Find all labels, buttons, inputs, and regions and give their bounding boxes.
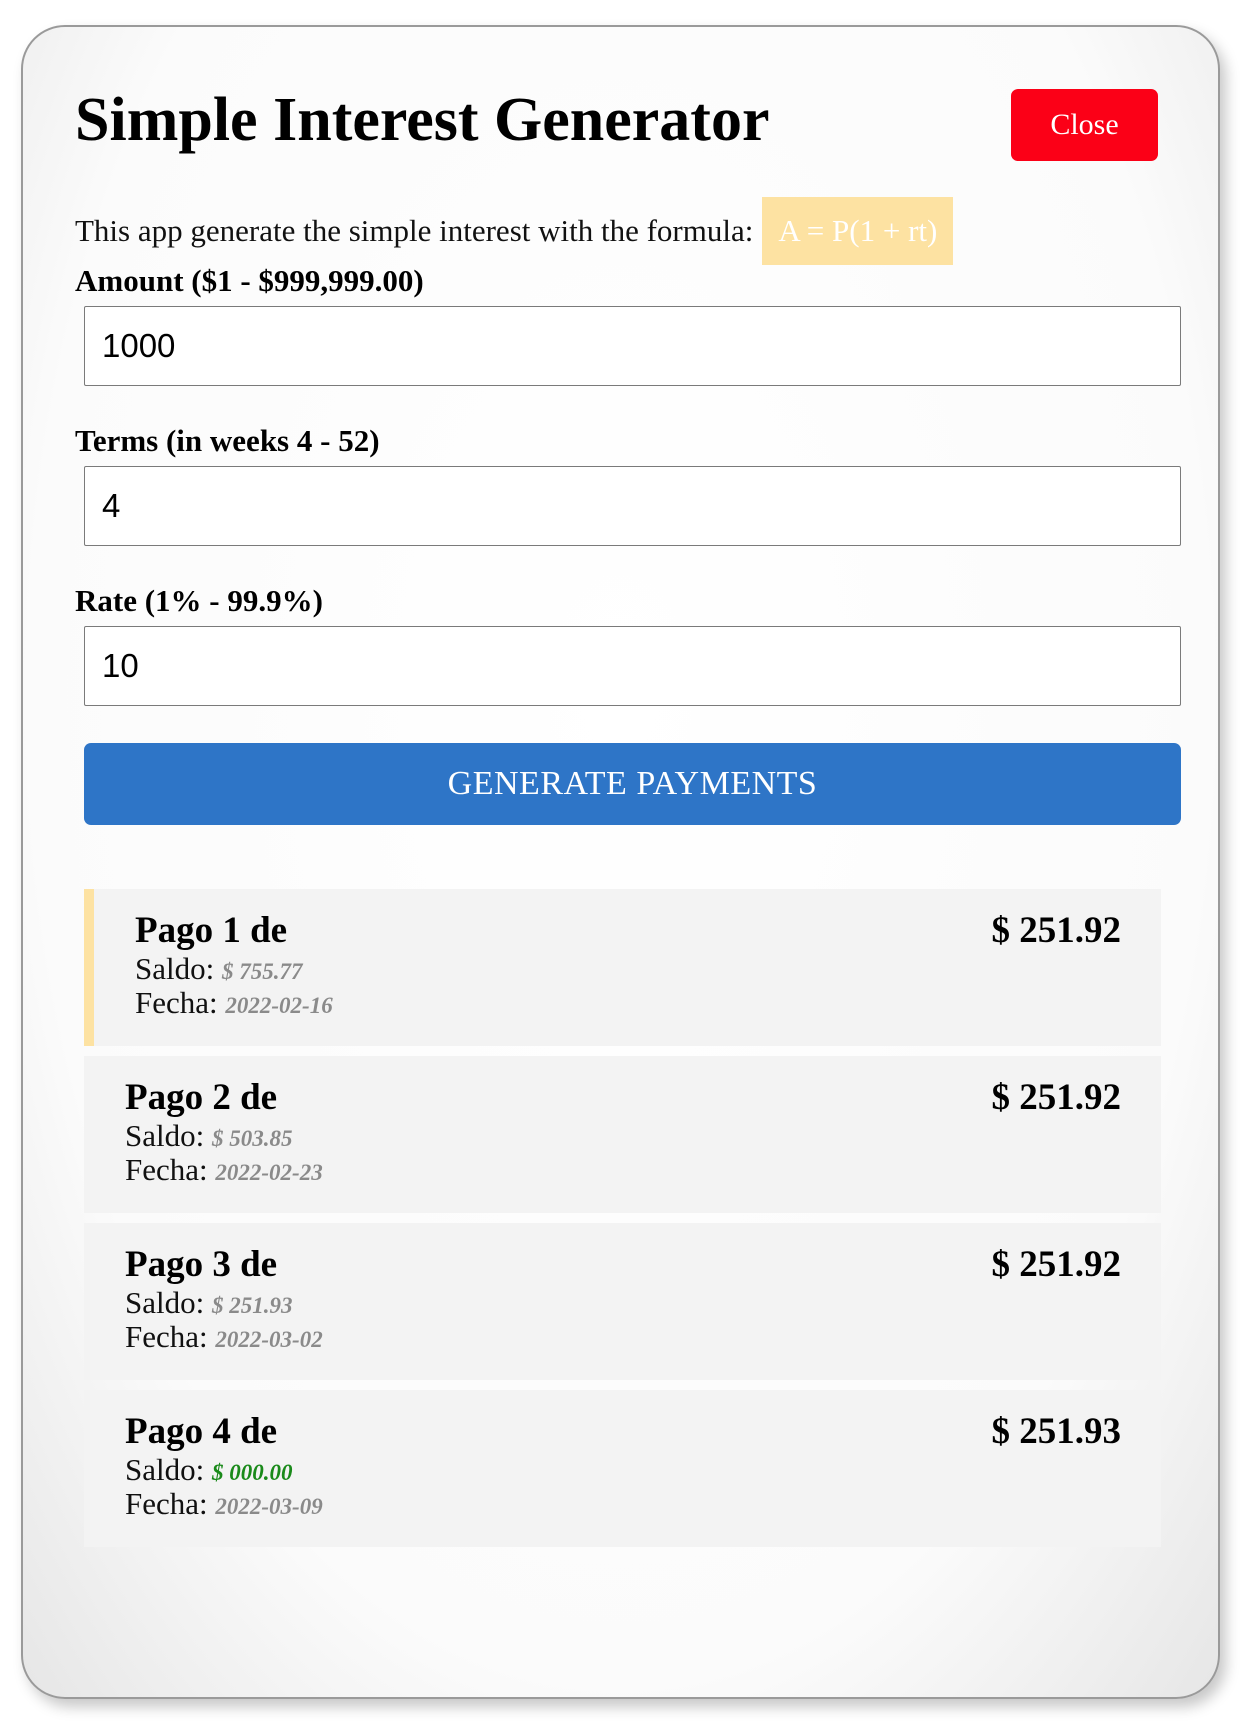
rate-label: Rate (1% - 99.9%) [75, 583, 323, 618]
close-button[interactable]: Close [1011, 89, 1158, 161]
payment-date-line: Fecha: 2022-03-02 [125, 1319, 323, 1355]
payment-date-line: Fecha: 2022-02-23 [125, 1152, 323, 1188]
payment-item[interactable]: Pago 4 de $ 251.93 Saldo: $ 000.00 Fecha… [84, 1390, 1161, 1547]
date-label: Fecha: [125, 1152, 208, 1187]
terms-input[interactable] [84, 466, 1181, 546]
payment-balance-line: Saldo: $ 503.85 [125, 1118, 292, 1154]
payment-item[interactable]: Pago 1 de $ 251.92 Saldo: $ 755.77 Fecha… [84, 889, 1161, 1046]
rate-input[interactable] [84, 626, 1181, 706]
app-card: Simple Interest Generator Close This app… [21, 25, 1220, 1699]
date-value: 2022-02-23 [215, 1160, 323, 1185]
balance-label: Saldo: [125, 1118, 205, 1153]
payment-date-line: Fecha: 2022-03-09 [125, 1486, 323, 1522]
payment-balance-line: Saldo: $ 755.77 [135, 951, 302, 987]
balance-label: Saldo: [125, 1452, 205, 1487]
date-label: Fecha: [135, 985, 218, 1020]
balance-value: $ 755.77 [221, 959, 303, 984]
payment-title: Pago 1 de [135, 910, 288, 951]
payment-balance-line: Saldo: $ 000.00 [125, 1452, 292, 1488]
payment-item[interactable]: Pago 3 de $ 251.92 Saldo: $ 251.93 Fecha… [84, 1223, 1161, 1380]
date-value: 2022-03-02 [215, 1327, 323, 1352]
amount-label: Amount ($1 - $999,999.00) [75, 263, 424, 298]
intro-description: This app generate the simple interest wi… [75, 213, 754, 248]
balance-value: $ 000.00 [211, 1460, 293, 1485]
terms-label: Terms (in weeks 4 - 52) [75, 423, 380, 458]
payment-title: Pago 2 de [125, 1077, 278, 1118]
payment-amount: $ 251.92 [991, 1244, 1122, 1285]
page-title: Simple Interest Generator [75, 86, 770, 154]
balance-label: Saldo: [125, 1285, 205, 1320]
balance-label: Saldo: [135, 951, 215, 986]
payment-item[interactable]: Pago 2 de $ 251.92 Saldo: $ 503.85 Fecha… [84, 1056, 1161, 1213]
generate-payments-button[interactable]: GENERATE PAYMENTS [84, 743, 1181, 825]
payment-amount: $ 251.93 [991, 1411, 1122, 1452]
date-label: Fecha: [125, 1486, 208, 1521]
payment-amount: $ 251.92 [991, 910, 1122, 951]
payment-title: Pago 4 de [125, 1411, 278, 1452]
balance-value: $ 251.93 [211, 1293, 293, 1318]
formula-badge: A = P(1 + rt) [762, 197, 954, 265]
date-value: 2022-02-16 [225, 993, 333, 1018]
payment-amount: $ 251.92 [991, 1077, 1122, 1118]
balance-value: $ 503.85 [211, 1126, 293, 1151]
intro-text: This app generate the simple interest wi… [75, 197, 954, 265]
date-label: Fecha: [125, 1319, 208, 1354]
payment-balance-line: Saldo: $ 251.93 [125, 1285, 292, 1321]
payment-title: Pago 3 de [125, 1244, 278, 1285]
amount-input[interactable] [84, 306, 1181, 386]
date-value: 2022-03-09 [215, 1494, 323, 1519]
payment-date-line: Fecha: 2022-02-16 [135, 985, 333, 1021]
payments-list: Pago 1 de $ 251.92 Saldo: $ 755.77 Fecha… [84, 889, 1161, 1557]
